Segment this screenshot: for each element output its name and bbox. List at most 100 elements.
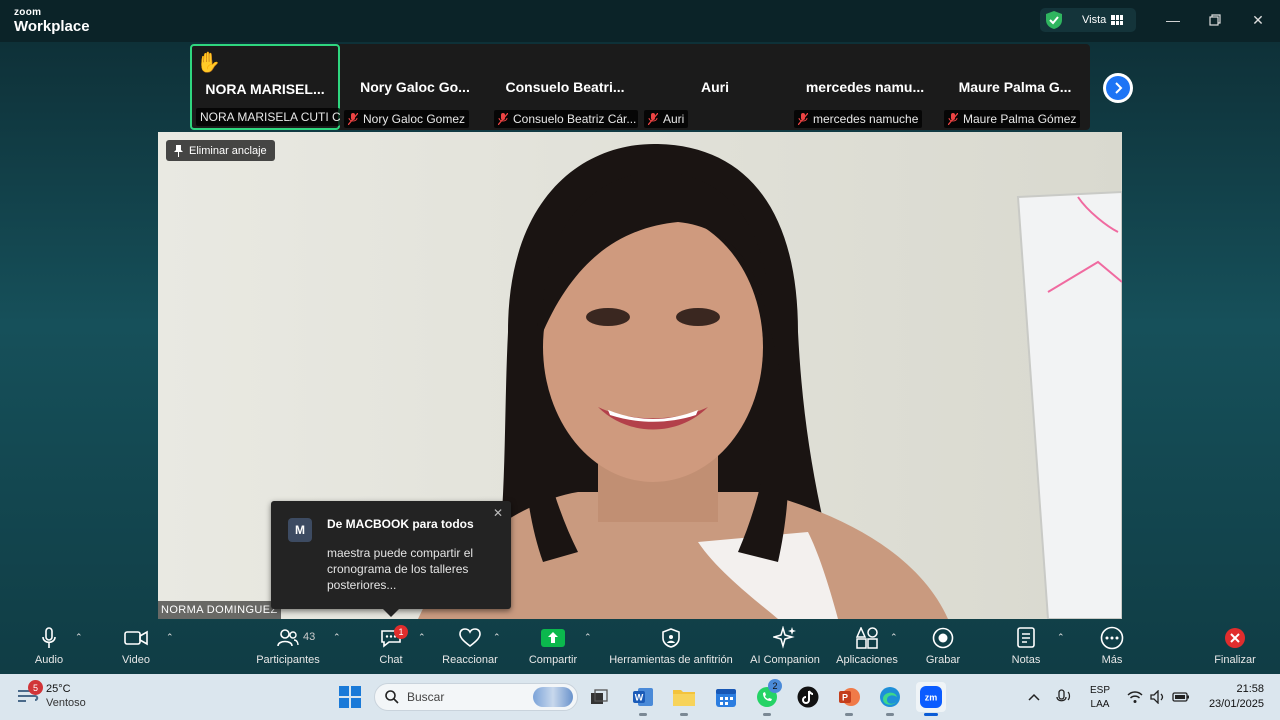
mic-muted-icon <box>348 113 358 125</box>
host-tools-button[interactable]: Herramientas de anfitrión <box>603 622 739 674</box>
unpin-button[interactable]: Eliminar anclaje <box>166 140 275 161</box>
security-shield-icon <box>1046 11 1062 29</box>
mic-muted-icon <box>648 113 658 125</box>
view-label: Vista <box>1082 14 1107 26</box>
mic-muted-icon <box>798 113 808 125</box>
meeting-toolbar: Audio ⌃ Video ⌃ Participantes 43 ⌃ 1 Cha… <box>0 622 1280 674</box>
participants-count: 43 <box>303 631 316 643</box>
notes-label: Notas <box>1011 654 1041 666</box>
chevron-up-icon[interactable]: ⌃ <box>418 632 426 643</box>
end-meeting-button[interactable]: Finalizar <box>1210 622 1260 674</box>
participant-label: Nory Galoc Gomez <box>344 110 470 128</box>
record-label: Grabar <box>925 654 961 666</box>
language-code: ESP <box>1090 685 1111 696</box>
more-icon <box>1100 626 1124 650</box>
record-button[interactable]: Grabar <box>922 622 964 674</box>
participant-tile[interactable]: Nory Galoc Go... Nory Galoc Gomez <box>340 44 490 130</box>
participants-button[interactable]: Participantes <box>250 622 326 674</box>
chevron-up-icon[interactable]: ⌃ <box>1057 632 1065 643</box>
chevron-up-icon[interactable]: ⌃ <box>890 632 898 643</box>
participant-tile[interactable]: Auri Auri <box>640 44 790 130</box>
windows-start-icon[interactable] <box>335 682 365 712</box>
battery-icon[interactable] <box>1172 674 1190 720</box>
whatsapp-icon[interactable]: 2 <box>752 679 782 716</box>
chevron-up-icon[interactable]: ⌃ <box>493 632 501 643</box>
search-icon <box>385 690 399 704</box>
end-call-icon <box>1225 628 1245 648</box>
participant-label: Auri <box>644 110 689 128</box>
chat-button[interactable]: 1 Chat <box>375 622 408 674</box>
participant-label: NORA MARISELA CUTI C... <box>196 108 340 126</box>
microphone-tray-icon[interactable] <box>1054 674 1072 720</box>
people-icon <box>277 629 299 647</box>
close-icon[interactable]: ✕ <box>1248 10 1268 30</box>
next-page-button[interactable] <box>1103 73 1133 103</box>
edge-icon[interactable] <box>875 682 905 716</box>
heart-icon <box>459 628 481 648</box>
audio-button[interactable]: Audio <box>24 622 74 674</box>
react-button[interactable]: Reaccionar <box>440 622 500 674</box>
participant-tile[interactable]: ✋ NORA MARISEL... NORA MARISELA CUTI C..… <box>190 44 340 130</box>
search-placeholder: Buscar <box>407 690 445 704</box>
participant-label: mercedes namuche <box>794 110 923 128</box>
weather-temp: 25°C <box>46 683 71 695</box>
svg-text:W: W <box>635 693 644 703</box>
participant-tile[interactable]: Consuelo Beatri... Consuelo Beatriz Cár.… <box>490 44 640 130</box>
chevron-right-icon <box>1115 82 1123 94</box>
minimize-icon[interactable]: — <box>1163 10 1183 30</box>
participant-tile[interactable]: Maure Palma G... Maure Palma Gómez <box>940 44 1090 130</box>
video-button[interactable]: Video <box>110 622 162 674</box>
svg-text:P: P <box>842 693 848 703</box>
participant-name: NORA MARISEL... <box>205 81 325 97</box>
ai-companion-label: AI Companion <box>750 654 820 666</box>
notes-button[interactable]: Notas <box>1006 622 1046 674</box>
ai-companion-button[interactable]: AI Companion <box>746 622 824 674</box>
taskbar-clock[interactable]: 21:58 23/01/2025 <box>1198 682 1264 712</box>
calendar-icon[interactable] <box>711 682 741 712</box>
weather-widget[interactable]: 5 25°C Ventoso <box>16 680 86 710</box>
word-icon[interactable]: W <box>628 682 658 716</box>
video-label: Video <box>122 654 150 666</box>
more-label: Más <box>1101 654 1123 666</box>
participant-label: Maure Palma Gómez <box>944 110 1081 128</box>
volume-icon[interactable] <box>1150 674 1166 720</box>
taskbar-search-input[interactable]: Buscar <box>374 683 578 711</box>
chat-notification[interactable]: M De MACBOOK para todos ✕ maestra puede … <box>271 501 511 617</box>
sender-avatar: M <box>288 518 312 542</box>
mic-muted-icon <box>498 113 508 125</box>
chat-badge: 1 <box>394 625 408 639</box>
apps-label: Aplicaciones <box>836 654 898 666</box>
raised-hand-icon: ✋ <box>196 52 221 74</box>
view-button[interactable]: Vista <box>1040 8 1136 32</box>
language-indicator[interactable]: ESP LAA <box>1090 684 1110 712</box>
grid-icon <box>1111 15 1124 25</box>
file-explorer-icon[interactable] <box>669 682 699 716</box>
restore-icon[interactable] <box>1205 10 1225 30</box>
powerpoint-icon[interactable]: P <box>834 682 864 716</box>
zoom-app-icon[interactable]: zm <box>916 682 946 716</box>
chevron-up-icon[interactable]: ⌃ <box>75 632 83 643</box>
share-button[interactable]: Compartir <box>524 622 582 674</box>
share-screen-icon <box>541 629 565 647</box>
record-icon <box>932 627 954 649</box>
more-button[interactable]: Más <box>1092 622 1132 674</box>
participant-name: Maure Palma G... <box>958 79 1072 95</box>
clock-time: 21:58 <box>1236 683 1264 695</box>
show-hidden-icons[interactable] <box>1028 674 1040 720</box>
shield-icon <box>662 628 680 648</box>
participant-tile[interactable]: mercedes namu... mercedes namuche <box>790 44 940 130</box>
tiktok-icon[interactable] <box>793 682 823 712</box>
close-icon[interactable]: ✕ <box>493 506 503 520</box>
chevron-up-icon[interactable]: ⌃ <box>166 632 174 643</box>
participant-name: mercedes namu... <box>805 79 925 95</box>
unpin-label: Eliminar anclaje <box>189 144 267 157</box>
participant-name: Auri <box>701 79 729 95</box>
end-label: Finalizar <box>1214 654 1256 666</box>
wifi-icon[interactable] <box>1127 674 1143 720</box>
apps-button[interactable]: Aplicaciones <box>833 622 901 674</box>
chevron-up-icon[interactable]: ⌃ <box>584 632 592 643</box>
share-label: Compartir <box>528 654 578 666</box>
task-view-icon[interactable] <box>584 682 614 712</box>
participant-name: Consuelo Beatri... <box>505 79 625 95</box>
chevron-up-icon[interactable]: ⌃ <box>333 632 341 643</box>
